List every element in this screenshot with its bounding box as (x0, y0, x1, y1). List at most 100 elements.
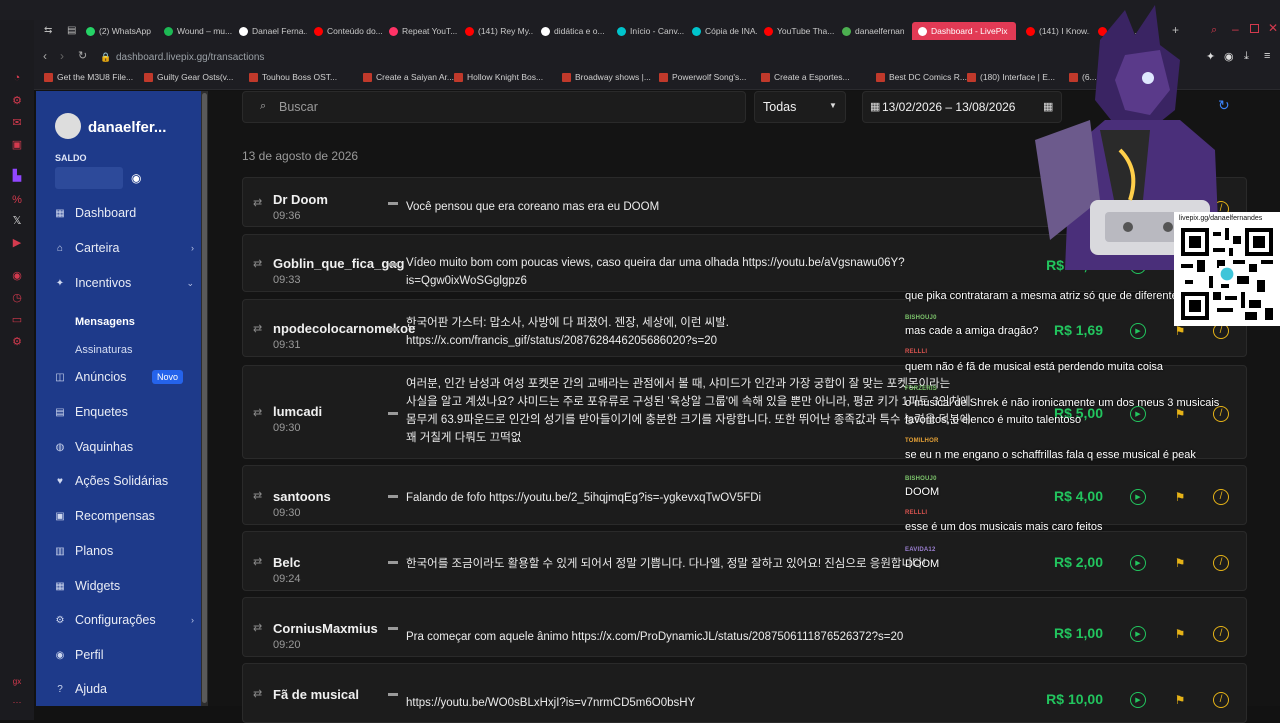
browser-tab[interactable]: Cópia de INA... (692, 22, 757, 40)
gaming-icon[interactable]: ⚙ (9, 93, 25, 109)
sidebar-subitem-label: Assinaturas (75, 344, 133, 356)
history-icon[interactable]: ◷ (9, 290, 25, 306)
bookmark-icon[interactable]: ▭ (9, 312, 25, 328)
chat-username: RELLLI (905, 510, 928, 516)
bookmark-item[interactable]: Create a Saiyan Ar... (363, 72, 454, 82)
sidebar-item[interactable]: ♥ Ações Solidárias (54, 471, 204, 491)
back-button[interactable]: ‹ (43, 49, 47, 63)
message-line: 사실을 알고 계셨나요? 샤미드는 주로 포유류로 구성된 '육상알 그룹'에 … (406, 396, 971, 408)
more-icon[interactable]: ··· (9, 694, 25, 710)
url-field[interactable]: 🔒 dashboard.livepix.gg/transactions (100, 49, 980, 66)
bookmark-item[interactable]: Broadway shows |... (562, 72, 651, 82)
sidebar-item[interactable]: ▣ Recompensas (54, 506, 204, 526)
play-icon[interactable]: ▶ (1130, 626, 1146, 642)
sidebar-item[interactable]: ▤ Enquetes (54, 402, 204, 422)
sidebar-item[interactable]: ✦ Incentivos ⌄ (54, 273, 204, 293)
browser-tab[interactable]: Início - Canv... (617, 22, 685, 40)
percent-icon[interactable]: % (9, 192, 25, 208)
bank-icon: ⌂ (56, 242, 64, 254)
browser-tab[interactable]: Wound – mu... (164, 22, 232, 40)
x-twitter-icon[interactable]: 𝕏 (9, 213, 25, 229)
piggy-icon: ◍ (55, 441, 65, 453)
sidebar-item[interactable]: ◉ Perfil (54, 645, 204, 665)
speed-dial-icon[interactable]: ◔ (9, 70, 25, 86)
music-icon[interactable]: ◉ (9, 268, 25, 284)
forward-button[interactable]: › (60, 49, 64, 63)
sidebar-item[interactable]: ▦ Dashboard (54, 203, 204, 223)
twitch-icon[interactable]: ▙ (9, 168, 25, 184)
transfer-icon: ⇄ (253, 407, 263, 419)
youtube-icon[interactable]: ▶ (9, 235, 25, 251)
tab-label: Conteúdo do... (327, 26, 382, 36)
avatar[interactable] (55, 113, 81, 139)
sidebar-item[interactable]: ⌂ Carteira › (54, 238, 204, 258)
sidebar-scrollbar-thumb[interactable] (202, 93, 207, 703)
chevron-icon: › (191, 615, 194, 625)
username[interactable]: danaelfer... (88, 119, 166, 136)
minimize-button[interactable]: – (1232, 22, 1239, 36)
message-line: 꽤 거칠게 다뤄도 끄떡없 (406, 432, 522, 444)
tab-favicon-icon (389, 26, 398, 36)
bookmark-item[interactable]: Get the M3U8 File... (44, 72, 133, 82)
download-icon[interactable]: ⤓ (1244, 50, 1249, 63)
sidebar-item[interactable]: ◍ Vaquinhas (54, 437, 204, 457)
browser-tab[interactable]: (141) Rey My... (465, 22, 533, 40)
browser-tab[interactable]: danaelfernan... (842, 22, 904, 40)
sidebar-item-label: Recompensas (75, 509, 155, 523)
bookmark-item[interactable]: Best DC Comics R... (876, 72, 967, 82)
sidebar-item[interactable]: ▥ Planos (54, 541, 204, 561)
transaction-row[interactable]: ⇄ Fã de musical ▬ https://youtu.be/WO0sBLxH… (242, 663, 1247, 723)
message-icon: ▬ (388, 622, 398, 633)
type-select[interactable]: Todas ▼ (754, 91, 846, 123)
search-box[interactable]: ⌕ Buscar (242, 91, 746, 123)
message-line: 여러분, 인간 남성과 여성 포켓몬 간의 교배라는 관점에서 볼 때, 샤미드… (406, 378, 951, 390)
browser-tab[interactable]: Danael Ferna... (239, 22, 307, 40)
settings-icon[interactable]: ⚙ (9, 334, 25, 350)
transaction-row[interactable]: ⇄ CorniusMaxmius 09:20 ▬ Pra começar com aqu… (242, 597, 1247, 657)
messenger-icon[interactable]: ✉ (9, 115, 25, 131)
bookmark-label: Hollow Knight Bos... (467, 72, 544, 82)
ban-icon[interactable]: / (1213, 626, 1229, 642)
sidebar-item[interactable]: ▦ Widgets (54, 576, 204, 596)
browser-tab[interactable]: (2) WhatsApp (86, 22, 154, 40)
sidebar-item[interactable]: ⚙ Configurações › (54, 610, 204, 630)
poll-icon: ▤ (55, 406, 65, 418)
bookmark-label: Create a Saiyan Ar... (376, 72, 454, 82)
browser-tab[interactable]: Dashboard - LivePix (912, 22, 1016, 40)
bookmark-item[interactable]: Powerwolf Song's... (659, 72, 746, 82)
message-line: 몸무게 63.9파운드로 인간의 성기를 받아들이기에 충분한 크기를 자랑합니… (406, 414, 971, 426)
tab-list-icon[interactable]: ⇆ (44, 25, 52, 36)
bookmark-item[interactable]: Touhou Boss OST... (249, 72, 337, 82)
chevron-icon: › (191, 243, 194, 253)
bookmark-favicon-icon (144, 72, 153, 82)
bookmark-item[interactable]: Guilty Gear Osts(v... (144, 72, 233, 82)
donation-time: 09:24 (273, 573, 301, 585)
tab-favicon-icon (764, 26, 773, 36)
eye-icon[interactable]: ◉ (131, 171, 141, 185)
flag-icon[interactable]: ⚑ (1172, 692, 1188, 708)
sidebar-item[interactable]: ◫ Anúncios Novo (54, 367, 204, 387)
bookmark-item[interactable]: Create a Esportes... (761, 72, 850, 82)
reload-button[interactable]: ↻ (78, 49, 87, 62)
browser-tab[interactable]: YouTube Tha... (764, 22, 834, 40)
message-icon: ▬ (388, 197, 398, 208)
sidebar-item-label: Enquetes (75, 405, 128, 419)
ban-icon[interactable]: / (1213, 692, 1229, 708)
sidebar-item[interactable]: ? Ajuda (54, 679, 204, 699)
message-line: Falando de fofo https://youtu.be/2_5ihqj… (406, 492, 762, 504)
browser-tab[interactable]: didática e o... (541, 22, 609, 40)
maximize-button[interactable] (1250, 24, 1259, 33)
bookmark-item[interactable]: Hollow Knight Bos... (454, 72, 543, 82)
browser-tab[interactable]: Conteúdo do... (314, 22, 382, 40)
player-icon[interactable]: ▣ (9, 137, 25, 153)
chat-message: favoritos, o elenco é muito talentoso (905, 414, 1082, 426)
close-window-button[interactable]: ✕ (1268, 21, 1278, 35)
play-icon[interactable]: ▶ (1130, 692, 1146, 708)
qr-caption: livepix.gg/danaelfernandes (1179, 215, 1263, 222)
menu-icon[interactable]: ≡ (1264, 50, 1270, 62)
gx-icon[interactable]: gx (9, 674, 25, 690)
flag-icon[interactable]: ⚑ (1172, 626, 1188, 642)
browser-tab[interactable]: Repeat YouT... (389, 22, 457, 40)
search-input[interactable]: Buscar (279, 100, 318, 114)
search-icon: ⌕ (260, 100, 267, 112)
